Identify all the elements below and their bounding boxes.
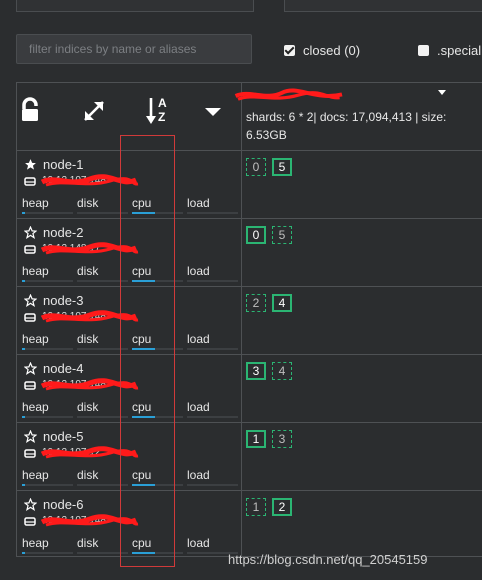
star-outline-icon — [24, 362, 37, 375]
primary-shard[interactable]: 3 — [246, 362, 266, 380]
primary-shard[interactable]: 4 — [272, 294, 292, 312]
redacted-index-name — [234, 88, 343, 101]
heap-label: heap — [22, 400, 49, 414]
heap-usage-fill — [22, 484, 25, 486]
disk-label: disk — [77, 400, 99, 414]
load-label: load — [187, 196, 210, 210]
heap-usage-bar — [22, 416, 73, 418]
filter-indices-input[interactable] — [16, 34, 252, 64]
load-label: load — [187, 264, 210, 278]
heap-label: heap — [22, 332, 49, 346]
replica-shard[interactable]: 2 — [246, 294, 266, 312]
heap-usage-fill — [22, 552, 25, 554]
load-usage-bar — [187, 416, 238, 418]
hard-drive-icon — [24, 312, 36, 322]
disk-label: disk — [77, 264, 99, 278]
replica-shard[interactable]: 0 — [246, 158, 266, 176]
star-outline-icon — [24, 294, 37, 307]
index-menu-caret-icon[interactable] — [438, 90, 446, 95]
heap-label: heap — [22, 536, 49, 550]
expand-icon[interactable] — [82, 99, 106, 123]
unlock-icon[interactable] — [20, 97, 46, 123]
primary-shard[interactable]: 5 — [272, 158, 292, 176]
node-name-line[interactable]: node-6 — [24, 497, 83, 512]
watermark: https://blog.csdn.net/qq_20545159 — [228, 552, 428, 567]
heap-label: heap — [22, 196, 49, 210]
master-star-icon — [25, 159, 36, 170]
cpu-column-highlight — [120, 135, 175, 567]
hard-drive-icon — [24, 516, 36, 526]
column-divider — [241, 83, 242, 558]
node-name[interactable]: node-3 — [43, 293, 83, 308]
heap-usage-fill — [22, 212, 25, 214]
closed-checkbox-box[interactable] — [284, 45, 295, 56]
heap-usage-fill — [22, 280, 25, 282]
special-checkbox-label: .special — [437, 43, 482, 58]
node-name-line[interactable]: node-5 — [24, 429, 83, 444]
hard-drive-icon — [24, 176, 36, 186]
replica-shard[interactable]: 4 — [272, 362, 292, 380]
disk-label: disk — [77, 196, 99, 210]
primary-shard[interactable]: 2 — [272, 498, 292, 516]
index-info: shards: 6 * 2| docs: 17,094,413 | size: … — [246, 110, 447, 142]
sort-letter-z: Z — [158, 110, 166, 124]
load-label: load — [187, 468, 210, 482]
heap-usage-bar — [22, 484, 73, 486]
star-outline-icon — [24, 226, 37, 239]
heap-label: heap — [22, 264, 49, 278]
load-label: load — [187, 536, 210, 550]
node-name-line[interactable]: node-4 — [24, 361, 83, 376]
node-name-line[interactable]: node-3 — [24, 293, 83, 308]
sort-letter-a: A — [158, 96, 167, 110]
node-name-line[interactable]: node-1 — [24, 157, 83, 172]
node-name[interactable]: node-2 — [43, 225, 83, 240]
closed-checkbox-label: closed (0) — [303, 43, 361, 58]
closed-checkbox[interactable]: closed (0) — [284, 43, 360, 58]
node-name[interactable]: node-5 — [43, 429, 83, 444]
special-checkbox-box[interactable] — [418, 45, 429, 56]
load-usage-bar — [187, 484, 238, 486]
hard-drive-icon — [24, 380, 36, 390]
heap-usage-bar — [22, 552, 73, 554]
node-name[interactable]: node-4 — [43, 361, 83, 376]
replica-shard[interactable]: 3 — [272, 430, 292, 448]
special-checkbox[interactable]: .special — [418, 43, 481, 58]
heap-usage-fill — [22, 348, 25, 350]
replica-shard[interactable]: 1 — [246, 498, 266, 516]
disk-label: disk — [77, 468, 99, 482]
heap-label: heap — [22, 468, 49, 482]
top-panel-right — [284, 0, 482, 12]
heap-usage-bar — [22, 280, 73, 282]
node-name[interactable]: node-1 — [43, 157, 83, 172]
node-name[interactable]: node-6 — [43, 497, 83, 512]
disk-label: disk — [77, 536, 99, 550]
caret-down-icon[interactable] — [205, 107, 221, 117]
disk-label: disk — [77, 332, 99, 346]
primary-shard[interactable]: 1 — [246, 430, 266, 448]
top-panel-left — [16, 0, 254, 12]
heap-usage-bar — [22, 212, 73, 214]
star-outline-icon — [24, 430, 37, 443]
load-label: load — [187, 332, 210, 346]
load-usage-bar — [187, 280, 238, 282]
load-label: load — [187, 400, 210, 414]
primary-shard[interactable]: 0 — [246, 226, 266, 244]
hard-drive-icon — [24, 448, 36, 458]
load-usage-bar — [187, 348, 238, 350]
node-name-line[interactable]: node-2 — [24, 225, 83, 240]
star-outline-icon — [24, 498, 37, 511]
load-usage-bar — [187, 212, 238, 214]
replica-shard[interactable]: 5 — [272, 226, 292, 244]
heap-usage-bar — [22, 348, 73, 350]
hard-drive-icon — [24, 244, 36, 254]
heap-usage-fill — [22, 416, 25, 418]
sort-az-icon[interactable]: A Z — [145, 96, 173, 126]
